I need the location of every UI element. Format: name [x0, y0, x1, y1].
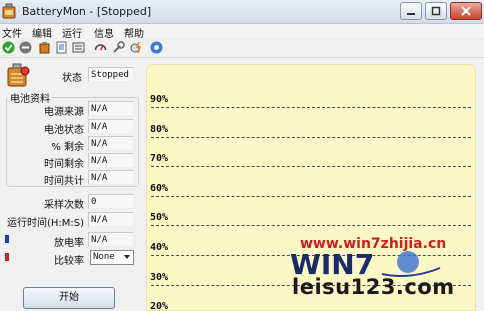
- power-source-label: 电源来源: [44, 107, 84, 118]
- discharge-rate-value: N/A: [88, 232, 134, 247]
- status-label: 状态: [62, 73, 82, 84]
- run-time-label: 运行时间(H:M:S): [6, 218, 84, 229]
- percent-remaining-label: % 剩余: [51, 142, 84, 153]
- sample-count-value: 0: [88, 194, 134, 209]
- chevron-down-icon: [124, 255, 130, 259]
- minimize-button[interactable]: [400, 2, 422, 20]
- title-bar: BatteryMon - [Stopped]: [0, 0, 484, 24]
- discharge-rate-color: [5, 235, 9, 243]
- window-title: BatteryMon - [Stopped]: [22, 5, 152, 18]
- maximize-icon: [431, 6, 441, 16]
- grid-line: [151, 107, 471, 108]
- menu-bar: 文件 编辑 运行 信息 帮助: [0, 24, 484, 40]
- settings-icon[interactable]: [72, 41, 85, 54]
- time-total-label: 时间共计: [44, 176, 84, 187]
- discharge-rate-label: 放电率: [54, 238, 84, 249]
- time-remaining-value: N/A: [88, 153, 134, 168]
- run-time-value: N/A: [88, 212, 134, 227]
- y-tick-label: 40%: [150, 242, 169, 253]
- gauge-icon[interactable]: [94, 41, 107, 54]
- power-source-value: N/A: [88, 101, 134, 116]
- close-button[interactable]: [450, 2, 482, 20]
- battery-status-icon: [7, 63, 30, 87]
- grid-line: [151, 166, 471, 167]
- compare-rate-select[interactable]: None: [90, 250, 134, 265]
- status-value: Stopped: [88, 67, 134, 82]
- close-icon: [461, 6, 471, 16]
- grid-line: [151, 225, 471, 226]
- start-icon[interactable]: [2, 41, 15, 54]
- toolbar: [0, 38, 484, 58]
- grid-line: [151, 137, 471, 138]
- compare-rate-label: 比较率: [54, 256, 84, 267]
- grid-line: [151, 196, 471, 197]
- y-tick-label: 70%: [150, 153, 169, 164]
- y-tick-label: 90%: [150, 94, 169, 105]
- battery-icon[interactable]: [38, 41, 51, 54]
- time-total-value: N/A: [88, 170, 134, 185]
- help-icon[interactable]: [150, 41, 163, 54]
- charge-icon[interactable]: [130, 41, 143, 54]
- watermark-site-leisu: leisu123.com: [292, 275, 455, 299]
- start-button[interactable]: 开始: [23, 287, 115, 309]
- y-tick-label: 20%: [150, 301, 169, 311]
- compare-rate-color: [5, 253, 9, 261]
- y-tick-label: 30%: [150, 272, 169, 283]
- battery-app-icon: [2, 3, 16, 19]
- time-remaining-label: 时间剩余: [44, 159, 84, 170]
- y-tick-label: 80%: [150, 124, 169, 135]
- percent-remaining-value: N/A: [88, 136, 134, 151]
- y-tick-label: 60%: [150, 183, 169, 194]
- battery-state-value: N/A: [88, 119, 134, 134]
- notes-icon[interactable]: [55, 41, 68, 54]
- tools-icon[interactable]: [112, 41, 125, 54]
- y-tick-label: 50%: [150, 212, 169, 223]
- minimize-icon: [407, 13, 415, 15]
- maximize-button[interactable]: [425, 2, 447, 20]
- battery-state-label: 电池状态: [44, 125, 84, 136]
- stop-icon[interactable]: [19, 41, 32, 54]
- compare-rate-selected: None: [93, 252, 115, 262]
- sample-count-label: 采样次数: [44, 200, 84, 211]
